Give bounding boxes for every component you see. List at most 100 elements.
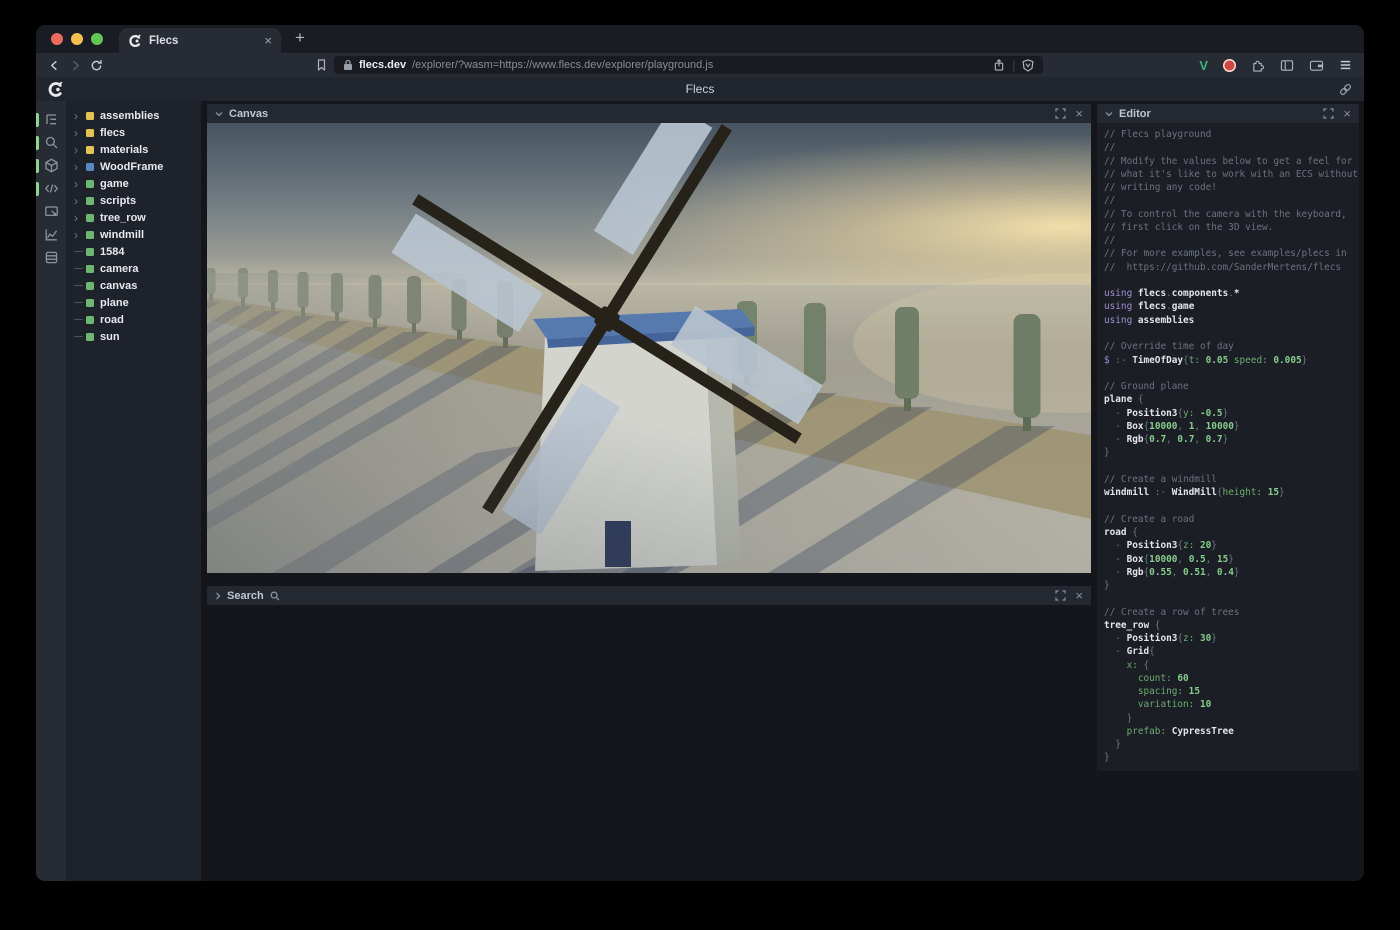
fullscreen-icon[interactable] <box>1323 108 1334 119</box>
tab-bar: Flecs × + <box>36 25 1364 53</box>
chrome-icon-cluster: V <box>1195 58 1352 73</box>
close-icon[interactable]: × <box>1075 589 1083 602</box>
sidebar-toggle-icon[interactable] <box>1280 59 1294 72</box>
expand-chevron-icon[interactable]: › <box>74 128 86 138</box>
entity-color-square <box>86 163 94 171</box>
extensions-puzzle-icon[interactable] <box>1251 58 1265 72</box>
new-tab-button[interactable]: + <box>295 28 305 53</box>
chevron-right-icon[interactable] <box>215 592 221 600</box>
share-icon[interactable] <box>993 58 1005 72</box>
code-line: $ :- TimeOfDay{t: 0.05 speed: 0.005} <box>1104 354 1359 367</box>
fullscreen-icon[interactable] <box>1055 108 1066 119</box>
tree-item-1584[interactable]: 1584 <box>66 243 201 260</box>
entity-color-square <box>86 146 94 154</box>
tree-connector-slot <box>74 285 86 286</box>
lock-icon <box>343 59 353 71</box>
code-line: variation: 10 <box>1104 698 1359 711</box>
entity-color-square <box>86 180 94 188</box>
back-button[interactable] <box>44 59 65 72</box>
code-line <box>1104 499 1359 512</box>
canvas-panel-title: Canvas <box>229 108 268 120</box>
fullscreen-icon[interactable] <box>1055 590 1066 601</box>
tree-item-label: materials <box>100 144 148 156</box>
entity-color-square <box>86 333 94 341</box>
code-line: x: { <box>1104 659 1359 672</box>
archetypes-icon[interactable] <box>36 246 66 269</box>
search-panel: Search × <box>207 586 1091 605</box>
brave-shield-icon[interactable] <box>1022 59 1034 72</box>
script-editor-icon[interactable] <box>36 177 66 200</box>
entity-tree-icon[interactable] <box>36 108 66 131</box>
traffic-lights <box>36 33 119 53</box>
canvas-3d-scene[interactable] <box>207 123 1091 573</box>
tree-connector-slot <box>74 319 86 320</box>
tree-item-road[interactable]: road <box>66 311 201 328</box>
expand-chevron-icon[interactable]: › <box>74 179 86 189</box>
tree-item-WoodFrame[interactable]: ›WoodFrame <box>66 158 201 175</box>
expand-chevron-icon[interactable]: › <box>74 230 86 240</box>
tree-item-tree_row[interactable]: ›tree_row <box>66 209 201 226</box>
tree-item-scripts[interactable]: › scripts <box>66 192 201 209</box>
tab-close-icon[interactable]: × <box>264 34 272 47</box>
tree-item-plane[interactable]: plane <box>66 294 201 311</box>
chevron-down-icon[interactable] <box>215 111 223 117</box>
entity-color-square <box>86 299 94 307</box>
entity-color-square <box>86 197 94 205</box>
bookmark-icon[interactable] <box>315 58 328 72</box>
tree-item-camera[interactable]: camera <box>66 260 201 277</box>
tree-item-canvas[interactable]: canvas <box>66 277 201 294</box>
expand-chevron-icon[interactable]: › <box>74 162 86 172</box>
flecs-page-header: Flecs <box>36 77 1364 101</box>
search-panel-header: Search × <box>207 586 1091 605</box>
vue-devtools-icon[interactable]: V <box>1199 58 1208 73</box>
tree-item-label: scripts <box>100 195 136 207</box>
code-line: // To control the camera with the keyboa… <box>1104 208 1359 221</box>
editor-panel-title: Editor <box>1119 108 1151 120</box>
code-line: - Rgb{0.55, 0.51, 0.4} <box>1104 566 1359 579</box>
close-window-button[interactable] <box>51 33 63 45</box>
browser-tab[interactable]: Flecs × <box>119 28 281 53</box>
close-icon[interactable]: × <box>1343 107 1351 120</box>
chevron-down-icon[interactable] <box>1105 111 1113 117</box>
forward-button[interactable] <box>65 59 86 72</box>
code-line: // Ground plane <box>1104 380 1359 393</box>
tree-item-flecs[interactable]: ›flecs <box>66 124 201 141</box>
expand-chevron-icon[interactable]: › <box>74 213 86 223</box>
canvas-panel: Canvas × <box>207 104 1091 573</box>
url-bar[interactable]: flecs.dev/explorer/?wasm=https://www.fle… <box>334 56 1043 74</box>
zoom-window-button[interactable] <box>91 33 103 45</box>
code-line: - Position3{y: -0.5} <box>1104 407 1359 420</box>
tree-item-materials[interactable]: › materials <box>66 141 201 158</box>
code-line: using assemblies <box>1104 314 1359 327</box>
code-line <box>1104 274 1359 287</box>
expand-chevron-icon[interactable]: › <box>74 111 86 121</box>
expand-chevron-icon[interactable]: › <box>74 145 86 155</box>
expand-chevron-icon[interactable]: › <box>74 196 86 206</box>
adblock-icon[interactable] <box>1223 59 1236 72</box>
tab-title: Flecs <box>149 35 257 47</box>
code-line: windmill :- WindMill{height: 15} <box>1104 486 1359 499</box>
inspector-icon[interactable] <box>36 200 66 223</box>
wallet-icon[interactable] <box>1309 59 1324 72</box>
tree-item-assemblies[interactable]: ›assemblies <box>66 107 201 124</box>
code-line <box>1104 327 1359 340</box>
code-line: - Rgb{0.7, 0.7, 0.7} <box>1104 433 1359 446</box>
reload-button[interactable] <box>86 59 107 72</box>
close-icon[interactable]: × <box>1075 107 1083 120</box>
tree-item-label: 1584 <box>100 246 124 258</box>
query-search-icon[interactable] <box>36 131 66 154</box>
share-link-icon[interactable] <box>1338 82 1353 97</box>
code-line: // first click on the 3D view. <box>1104 221 1359 234</box>
editor-code[interactable]: // Flecs playground//// Modify the value… <box>1097 123 1359 771</box>
statistics-icon[interactable] <box>36 223 66 246</box>
tree-connector-slot <box>74 251 86 252</box>
code-line <box>1104 367 1359 380</box>
canvas-3d-icon[interactable] <box>36 154 66 177</box>
tree-item-game[interactable]: ›game <box>66 175 201 192</box>
url-actions: | <box>993 58 1034 72</box>
entity-color-square <box>86 248 94 256</box>
tree-item-sun[interactable]: sun <box>66 328 201 345</box>
minimize-window-button[interactable] <box>71 33 83 45</box>
tree-item-windmill[interactable]: ›windmill <box>66 226 201 243</box>
menu-icon[interactable] <box>1339 59 1352 71</box>
